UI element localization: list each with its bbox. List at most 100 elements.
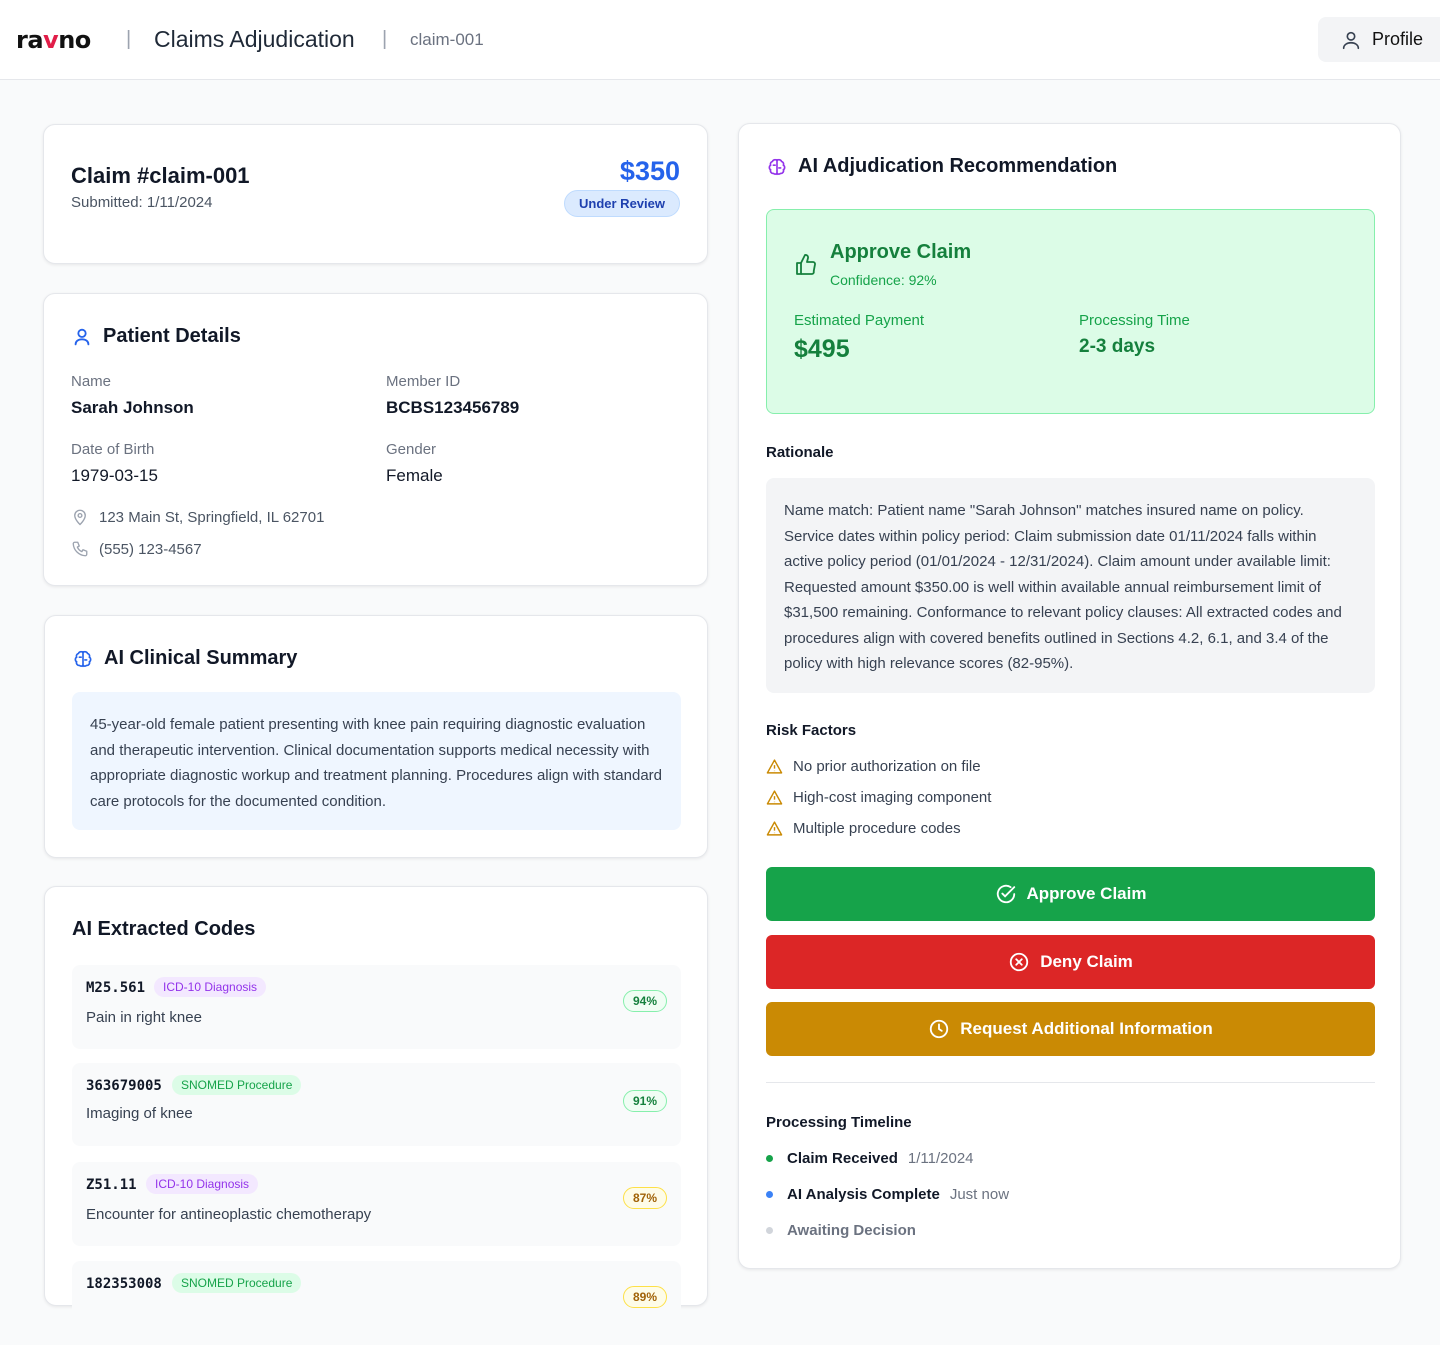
claim-submitted-date: Submitted: 1/11/2024 xyxy=(71,194,213,211)
recommendation-box: Approve Claim Confidence: 92% Estimated … xyxy=(766,209,1375,414)
risk-factor-text: Multiple procedure codes xyxy=(793,820,961,837)
code-item[interactable]: Z51.11 ICD-10 Diagnosis Encounter for an… xyxy=(72,1162,681,1246)
brain-icon xyxy=(74,650,92,667)
dob-value: 1979-03-15 xyxy=(71,466,158,485)
address-text: 123 Main St, Springfield, IL 62701 xyxy=(99,508,325,526)
clinical-summary-text: 45-year-old female patient presenting wi… xyxy=(72,692,681,830)
recommendation-confidence: Confidence: 92% xyxy=(830,272,937,288)
rationale-text: Name match: Patient name "Sarah Johnson"… xyxy=(766,478,1375,693)
address-row: 123 Main St, Springfield, IL 62701 xyxy=(71,508,324,526)
confidence-badge: 87% xyxy=(622,1187,667,1209)
warning-icon xyxy=(766,759,783,774)
patient-details-card: Patient Details Name Sarah Johnson Membe… xyxy=(43,293,708,586)
timeline-label: AI Analysis Complete xyxy=(787,1186,940,1203)
timeline-heading: Processing Timeline xyxy=(766,1114,912,1131)
code-item[interactable]: 363679005 SNOMED Procedure Imaging of kn… xyxy=(72,1063,681,1146)
phone-text: (555) 123-4567 xyxy=(99,540,202,558)
code-number: 363679005 xyxy=(86,1078,162,1094)
top-bar: ravno | Claims Adjudication | claim-001 … xyxy=(0,0,1440,80)
thumbs-up-icon xyxy=(796,254,816,275)
estimated-payment-label: Estimated Payment xyxy=(794,312,925,329)
warning-icon xyxy=(766,790,783,805)
extracted-codes-heading: AI Extracted Codes xyxy=(72,918,256,940)
phone-row: (555) 123-4567 xyxy=(71,540,202,558)
logo-text-left: ra xyxy=(16,26,44,54)
section-title-text: AI Adjudication Recommendation xyxy=(798,155,1118,177)
warning-icon xyxy=(766,821,783,836)
patient-name: Sarah Johnson xyxy=(71,398,194,417)
code-description: Encounter for antineoplastic chemotherap… xyxy=(86,1206,372,1223)
claim-header-card: Claim #claim-001 Submitted: 1/11/2024 $3… xyxy=(43,124,708,264)
brain-icon xyxy=(768,158,786,175)
timeline-label: Awaiting Decision xyxy=(787,1222,916,1239)
user-icon xyxy=(1342,31,1360,49)
gender-value: Female xyxy=(386,466,443,485)
name-label: Name xyxy=(71,373,112,390)
member-id-label: Member ID xyxy=(386,373,461,390)
code-description: Pain in right knee xyxy=(86,1009,202,1026)
timeline-label: Claim Received xyxy=(787,1150,898,1167)
status-dot xyxy=(766,1227,773,1234)
check-circle-icon xyxy=(996,884,1015,904)
code-item[interactable]: 182353008 SNOMED Procedure 89% xyxy=(72,1261,681,1345)
claim-amount: $350 xyxy=(619,156,680,186)
confidence-badge: 94% xyxy=(622,990,667,1012)
risk-factor-text: No prior authorization on file xyxy=(793,758,981,775)
risk-factors-heading: Risk Factors xyxy=(766,722,857,739)
clinical-summary-heading: AI Clinical Summary xyxy=(72,647,297,670)
code-type-tag: SNOMED Procedure xyxy=(172,1075,302,1095)
status-dot xyxy=(766,1155,773,1162)
code-number: M25.561 xyxy=(86,980,146,996)
clinical-summary-card: AI Clinical Summary 45-year-old female p… xyxy=(44,615,708,858)
recommendation-card: AI Adjudication Recommendation Approve C… xyxy=(738,123,1401,1269)
header-separator: | xyxy=(126,28,132,50)
code-type-tag: ICD-10 Diagnosis xyxy=(146,1174,259,1194)
timeline-item: Claim Received 1/11/2024 xyxy=(766,1150,974,1167)
request-info-button[interactable]: Request Additional Information xyxy=(766,1002,1375,1056)
profile-label: Profile xyxy=(1372,29,1424,49)
member-id: BCBS123456789 xyxy=(386,398,520,417)
user-icon xyxy=(74,328,90,345)
clock-icon xyxy=(930,1019,949,1039)
gender-label: Gender xyxy=(386,441,437,458)
code-number: Z51.11 xyxy=(86,1177,137,1193)
approve-claim-label: Approve Claim xyxy=(1026,884,1147,903)
extracted-codes-card: AI Extracted Codes M25.561 ICD-10 Diagno… xyxy=(44,886,708,1345)
code-type-tag: SNOMED Procedure xyxy=(172,1273,302,1293)
app-title: Claims Adjudication xyxy=(154,26,355,52)
divider xyxy=(766,1082,1375,1083)
recommendation-decision: Approve Claim xyxy=(830,241,972,263)
deny-claim-button[interactable]: Deny Claim xyxy=(766,935,1375,989)
approve-claim-button[interactable]: Approve Claim xyxy=(766,867,1375,921)
timeline-item: AI Analysis Complete Just now xyxy=(766,1186,1009,1203)
x-circle-icon xyxy=(1010,952,1029,972)
timeline-item: Awaiting Decision xyxy=(766,1222,916,1239)
timeline-time: 1/11/2024 xyxy=(907,1150,974,1167)
claim-breadcrumb: claim-001 xyxy=(410,30,484,49)
logo-text-right: no xyxy=(58,26,91,54)
risk-factor-item: High-cost imaging component xyxy=(766,789,991,806)
claim-title: Claim #claim-001 xyxy=(71,163,250,188)
profile-button[interactable]: Profile xyxy=(1318,17,1440,62)
phone-icon xyxy=(72,541,88,557)
risk-factor-text: High-cost imaging component xyxy=(793,789,992,806)
code-type-tag: ICD-10 Diagnosis xyxy=(154,977,267,997)
code-item[interactable]: M25.561 ICD-10 Diagnosis Pain in right k… xyxy=(72,965,681,1049)
deny-claim-label: Deny Claim xyxy=(1040,952,1133,971)
header-separator: | xyxy=(382,28,388,50)
processing-time-value: 2-3 days xyxy=(1079,336,1156,357)
rationale-heading: Rationale xyxy=(766,444,834,461)
section-title-text: AI Clinical Summary xyxy=(104,647,298,669)
dob-label: Date of Birth xyxy=(71,441,155,458)
recommendation-heading: AI Adjudication Recommendation xyxy=(766,155,1117,178)
code-description: Imaging of knee xyxy=(86,1105,193,1122)
confidence-badge: 89% xyxy=(622,1286,667,1308)
estimated-payment-value: $495 xyxy=(794,335,850,363)
processing-time-label: Processing Time xyxy=(1079,312,1190,329)
section-title-text: Patient Details xyxy=(103,325,241,347)
risk-factor-item: Multiple procedure codes xyxy=(766,820,961,837)
ravno-logo[interactable]: ravno xyxy=(16,26,91,54)
timeline-time: Just now xyxy=(949,1186,1010,1203)
patient-details-heading: Patient Details xyxy=(71,325,241,348)
status-badge: Under Review xyxy=(564,190,680,217)
